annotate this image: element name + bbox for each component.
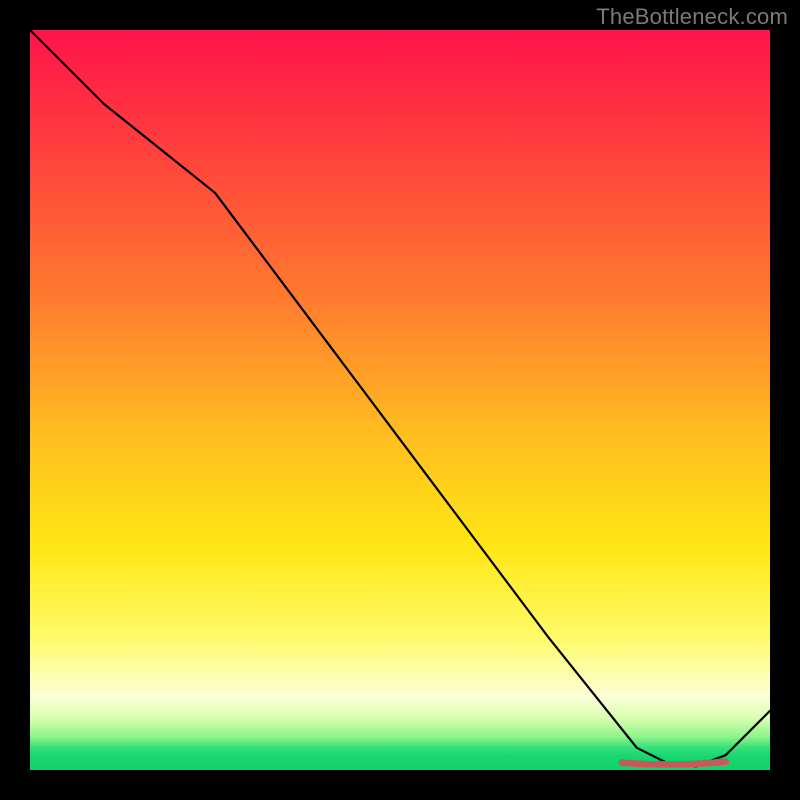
plot-area [30, 30, 770, 770]
chart-frame: TheBottleneck.com [0, 0, 800, 800]
chart-svg [30, 30, 770, 770]
bottleneck-curve [30, 30, 770, 766]
watermark-text: TheBottleneck.com [596, 4, 788, 30]
plateau-marker-body [622, 762, 726, 765]
